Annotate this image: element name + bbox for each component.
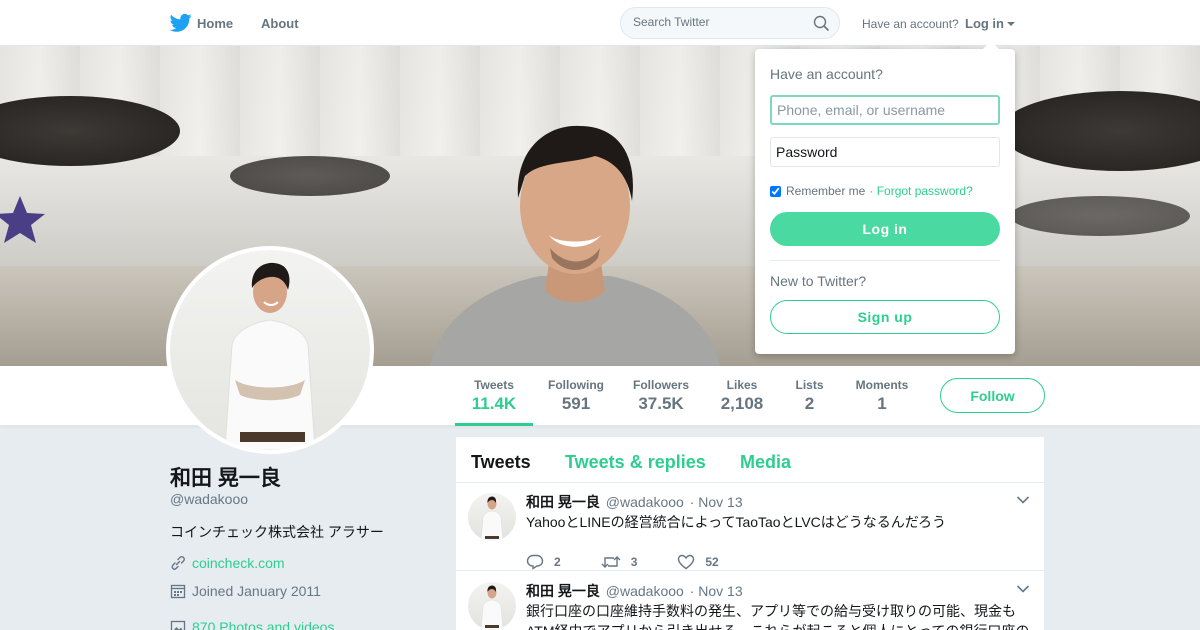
stat-moments[interactable]: Moments 1 [852,378,912,414]
stat-tweets[interactable]: Tweets 11.4K [465,378,523,414]
retweet-count: 3 [630,555,638,569]
stat-value: 2 [804,394,815,413]
search-box[interactable] [620,7,840,39]
stat-followers[interactable]: Followers 37.5K [631,378,691,414]
tab-media[interactable]: Media [740,452,791,473]
joined-text: Joined January 2011 [192,583,321,599]
profile-name: 和田 晃一良 [170,467,281,490]
tweet-text: YahooとLINEの経営統合によってTaoTaoとLVCはどうなるんだろう [526,514,946,530]
tweet-avatar[interactable] [468,493,516,541]
remember-me-checkbox[interactable] [770,185,781,197]
tweet-header: 和田 晃一良 @wadakooo · Nov 13 [526,492,743,512]
stat-value: 37.5K [638,394,684,413]
remember-me-label[interactable]: Remember me [786,184,865,198]
calendar-icon [170,584,186,599]
signup-button[interactable]: Sign up [770,300,1000,334]
forgot-password-link[interactable]: · Forgot password? [869,184,972,198]
banner-lamp [1010,196,1190,236]
dropdown-arrow [983,41,999,49]
top-nav: Home About Have an account? Log in [0,0,1200,46]
new-to-twitter-label: New to Twitter? [770,273,867,289]
stat-value: 11.4K [471,394,517,413]
active-stat-underline [455,423,533,426]
stat-following[interactable]: Following 591 [546,378,606,414]
tweet[interactable]: 和田 晃一良 @wadakooo · Nov 13 YahooとLINEの経営統… [456,483,1044,571]
follow-button[interactable]: Follow [940,378,1045,413]
tweet-author-handle[interactable]: @wadakooo [606,494,684,510]
profile-website: coincheck.com [170,555,285,571]
tweet-text: 銀行口座の口座維持手数料の発生、アプリ等での給与受け取りの可能、現金もATM経由… [526,603,1029,630]
login-dropdown-toggle[interactable]: Log in [965,16,1015,31]
tweet-date[interactable]: · Nov 13 [690,583,743,599]
avatar-person-image [480,496,504,541]
timeline: Tweets Tweets & replies Media 和田 晃一良 @wa… [456,437,1044,630]
profile-bio: コインチェック株式会社 アラサー [170,524,384,540]
nav-about-link[interactable]: About [261,16,299,31]
tweet-author-name[interactable]: 和田 晃一良 [526,583,600,599]
stat-value: 2,108 [720,394,764,413]
profile-avatar[interactable] [166,246,374,454]
stat-label: Moments [855,378,909,392]
stat-label: Likes [726,378,758,392]
username-field[interactable] [770,95,1000,125]
reply-action[interactable]: 2 [526,554,561,570]
tweet-avatar[interactable] [468,582,516,630]
password-field[interactable] [770,137,1000,167]
retweet-action[interactable]: 3 [601,554,638,570]
twitter-bird-icon[interactable] [170,13,192,33]
stat-likes[interactable]: Likes 2,108 [717,378,767,414]
stat-label: Tweets [474,378,514,392]
tweet-header: 和田 晃一良 @wadakooo · Nov 13 [526,581,743,601]
tweet-author-handle[interactable]: @wadakooo [606,583,684,599]
search-icon[interactable] [813,15,829,31]
stat-lists[interactable]: Lists 2 [792,378,827,414]
stat-label: Followers [632,378,689,392]
reply-count: 2 [554,555,561,569]
login-button[interactable]: Log in [770,212,1000,246]
image-icon [170,620,186,630]
profile-website-link[interactable]: coincheck.com [192,555,285,571]
dropdown-title: Have an account? [770,66,883,82]
reply-icon [526,554,544,570]
login-link-label: Log in [965,16,1004,31]
stat-value: 1 [877,394,887,413]
stat-value: 591 [561,394,591,413]
chevron-down-icon[interactable] [1016,495,1030,505]
like-action[interactable]: 52 [677,554,719,570]
avatar-person-image [224,262,316,450]
caret-down-icon [1007,22,1015,26]
login-dropdown: Have an account? Remember me · Forgot pa… [755,41,1015,354]
avatar-photo [170,250,370,450]
profile-joined: Joined January 2011 [170,583,321,599]
stat-label: Lists [795,378,824,392]
link-icon [171,556,185,570]
star-balloon-image [0,196,45,243]
tweet-date[interactable]: · Nov 13 [690,494,743,510]
profile-media: 870 Photos and videos [170,619,334,630]
stat-label: Following [548,378,604,392]
have-account-label: Have an account? [862,17,959,31]
banner-person-image [430,125,720,366]
tab-tweets[interactable]: Tweets [471,452,531,473]
chevron-down-icon[interactable] [1016,584,1030,594]
like-count: 52 [705,555,719,569]
tweet-author-name[interactable]: 和田 晃一良 [526,494,600,510]
avatar-person-image [480,585,504,630]
dropdown-divider [770,260,1000,261]
heart-icon [678,554,695,570]
banner-lamp [230,156,390,196]
tweet-actions: 2 3 52 [526,554,759,570]
retweet-icon [601,556,621,568]
timeline-tabs: Tweets Tweets & replies Media [456,437,1044,483]
media-link[interactable]: 870 Photos and videos [192,619,334,630]
tweet[interactable]: 和田 晃一良 @wadakooo · Nov 13 銀行口座の口座維持手数料の発… [456,572,1044,630]
remember-me-row: Remember me · Forgot password? [770,184,973,198]
nav-home-link[interactable]: Home [197,16,233,31]
tab-tweets-replies[interactable]: Tweets & replies [565,452,706,473]
search-input[interactable] [633,15,803,29]
profile-handle: @wadakooo [170,491,249,507]
